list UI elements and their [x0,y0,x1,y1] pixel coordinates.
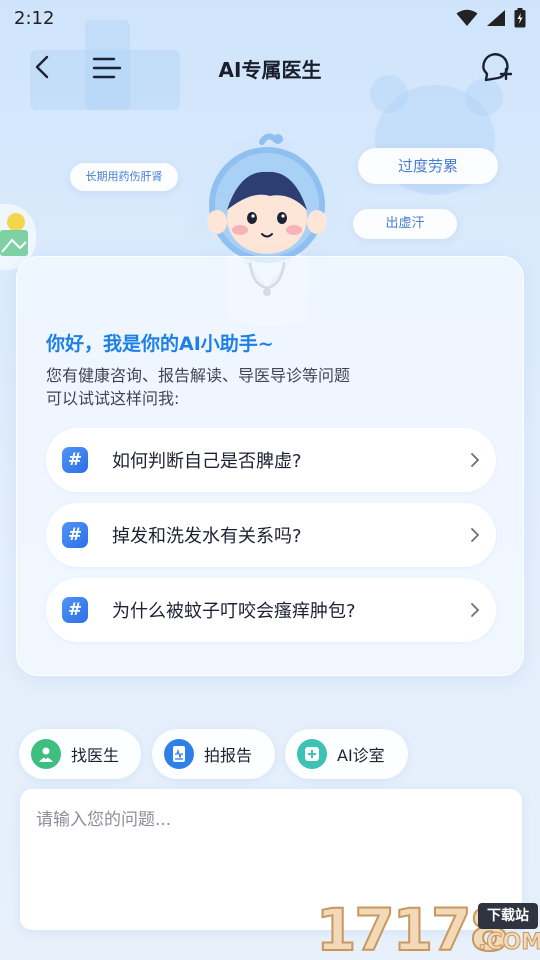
suggested-question[interactable]: # 掉发和洗发水有关系吗? [46,503,496,567]
new-chat-icon[interactable] [478,50,512,84]
ai-clinic-button[interactable]: AI诊室 [285,729,408,779]
suggested-question-text: 掉发和洗发水有关系吗? [112,526,302,547]
tool-chip-label: 拍报告 [204,746,253,765]
suggested-question-text: 为什么被蚊子叮咬会瘙痒肿包? [112,601,356,622]
clinic-icon [297,739,327,769]
symptom-tag-bubble[interactable]: 出虚汗 [353,209,457,239]
signal-icon [487,10,505,26]
doctor-icon [31,739,61,769]
watermark-tag: 下载站 [478,903,538,929]
site-watermark-logo: 17178 下载站 .COM [315,899,540,960]
battery-charging-icon [514,8,526,28]
hashtag-icon: # [62,597,88,623]
report-icon [164,739,194,769]
suggested-question[interactable]: # 为什么被蚊子叮咬会瘙痒肿包? [46,578,496,642]
suggested-question-text: 如何判断自己是否脾虚? [112,451,302,472]
symptom-tag-bubble[interactable]: 过度劳累 [358,148,498,184]
find-doctor-button[interactable]: 找医生 [19,729,141,779]
status-icons [456,8,526,28]
nav-bar: AI专属医生 [0,44,540,92]
hashtag-icon: # [62,522,88,548]
symptom-tag-bubble[interactable]: 长期用药伤肝肾 [70,163,178,191]
page-title: AI专属医生 [218,58,322,82]
watermark-suffix: .COM [477,930,540,956]
chevron-right-icon [471,528,480,542]
chevron-right-icon [471,603,480,617]
assistant-greeting: 你好，我是你的AI小助手~ [46,333,274,355]
assistant-intro: 您有健康咨询、报告解读、导医导诊等问题 可以试试这样问我: [46,364,486,410]
tool-chip-label: 找医生 [71,746,120,765]
wifi-icon [456,9,478,26]
suggested-question[interactable]: # 如何判断自己是否脾虚? [46,428,496,492]
status-bar: 2:12 [0,0,540,36]
assistant-intro-line: 您有健康咨询、报告解读、导医导诊等问题 [46,366,351,385]
tool-chip-label: AI诊室 [337,746,385,765]
hashtag-icon: # [62,447,88,473]
chevron-right-icon [471,453,480,467]
scan-report-button[interactable]: 拍报告 [152,729,275,779]
status-time: 2:12 [14,7,55,29]
assistant-intro-line: 可以试试这样问我: [46,389,180,408]
